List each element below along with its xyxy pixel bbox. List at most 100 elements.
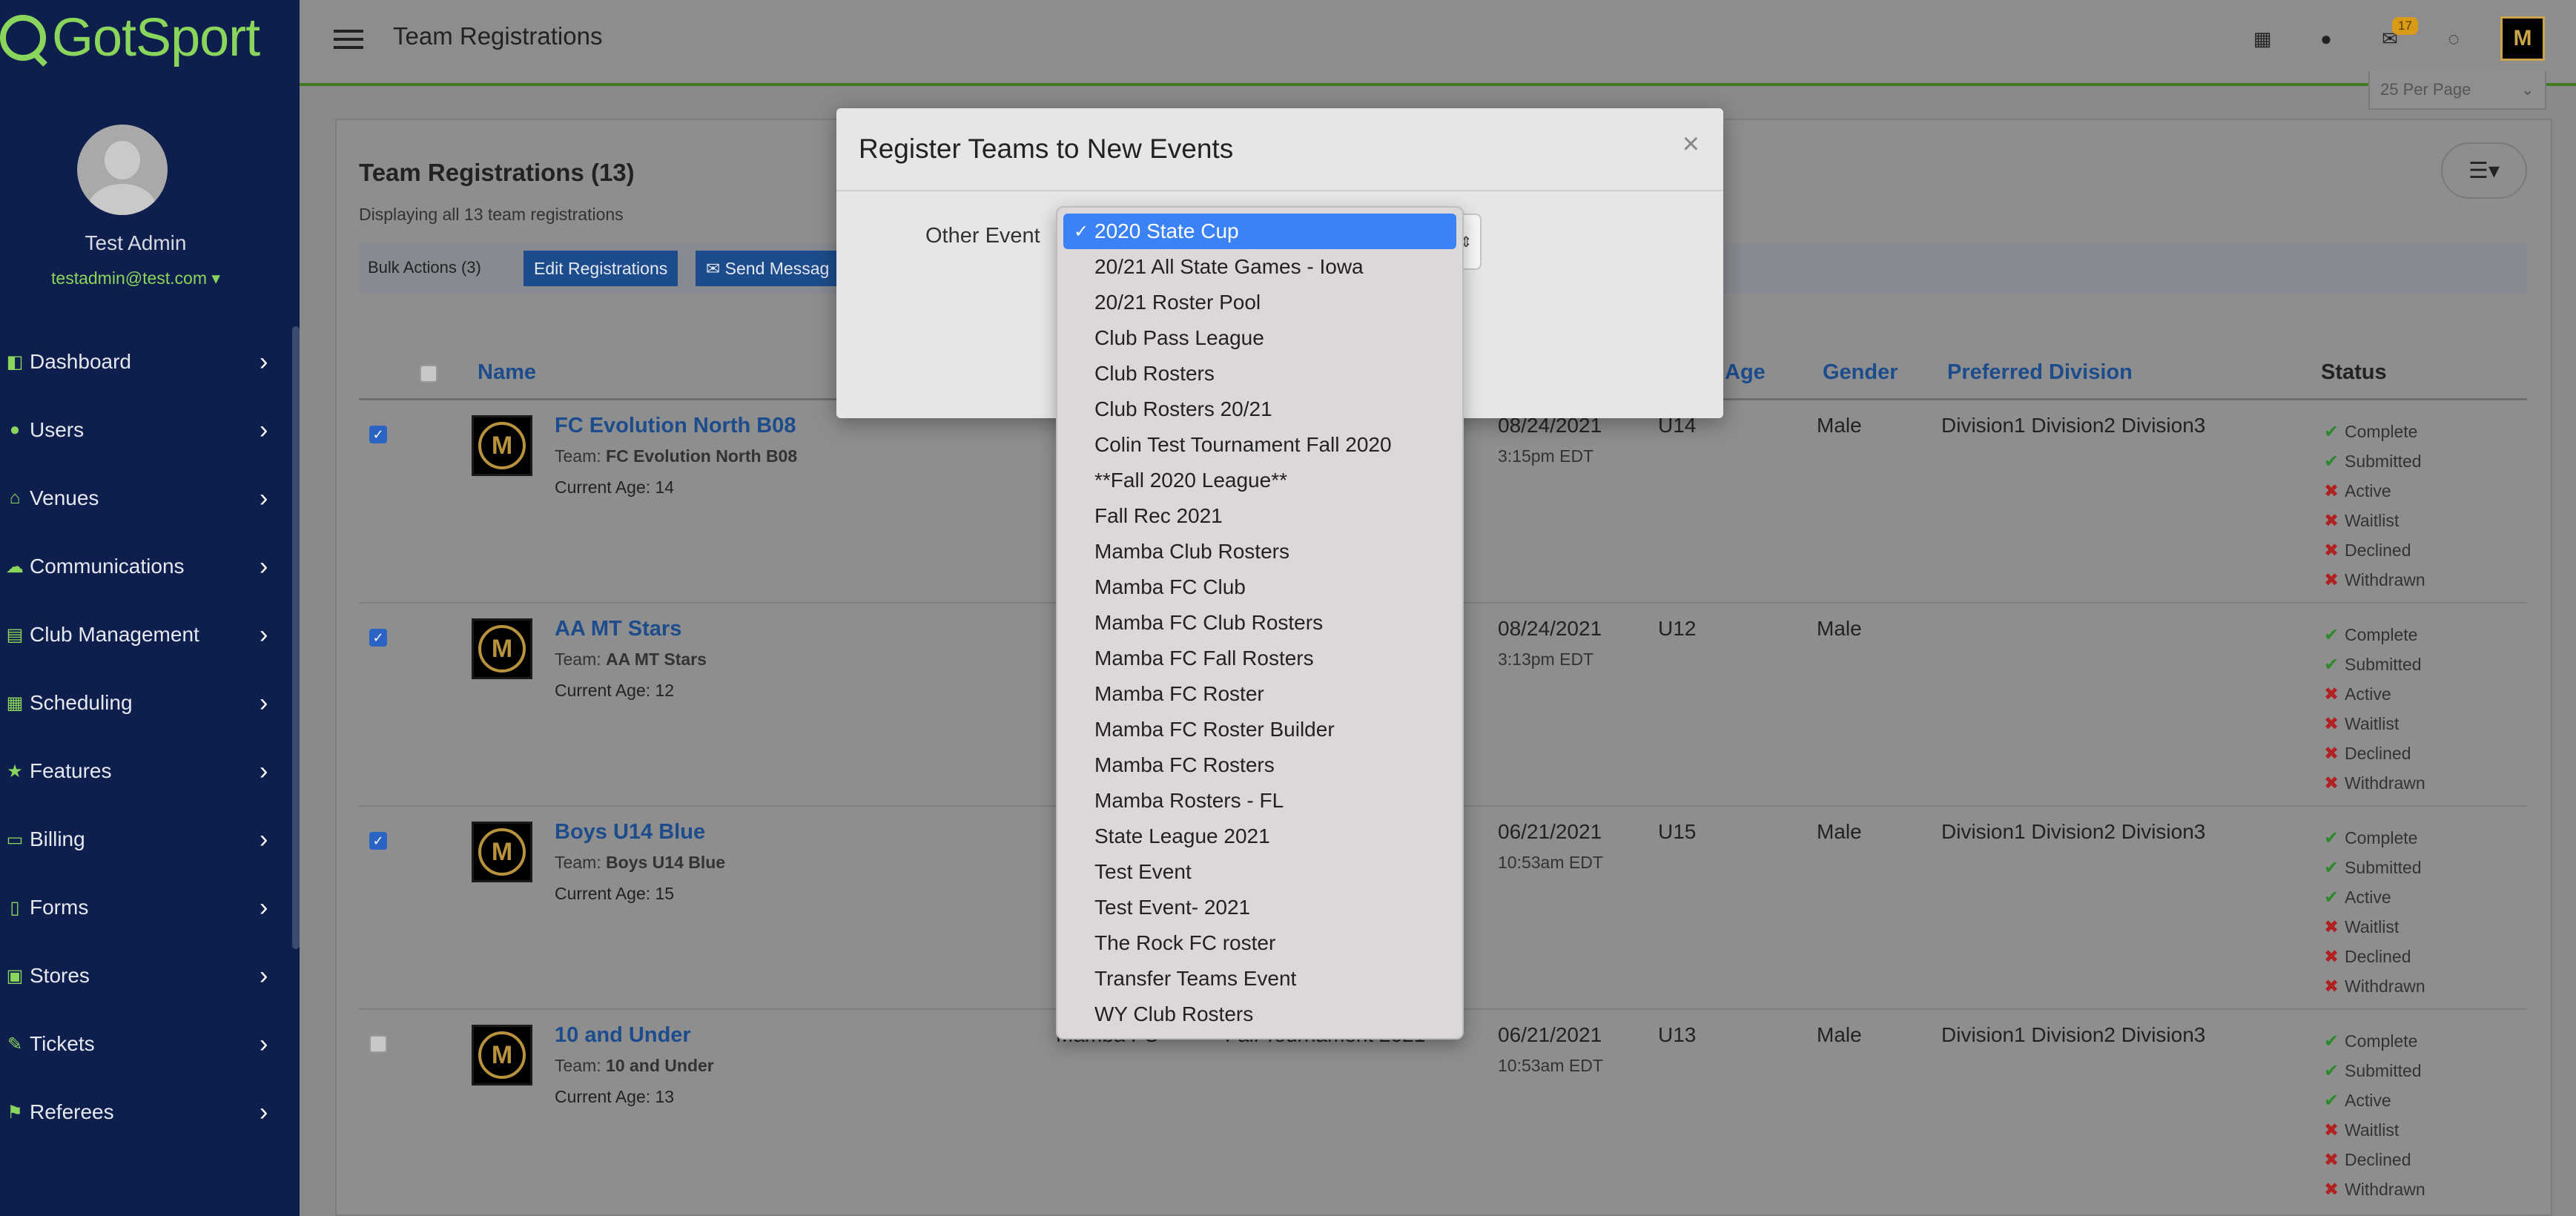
column-preferred-division[interactable]: Preferred Division (1947, 360, 2133, 385)
check-icon: ✔ (2324, 1060, 2339, 1081)
dropdown-option[interactable]: Mamba FC Club (1057, 569, 1462, 605)
sidebar-item-communications[interactable]: ☁ Communications › (0, 532, 289, 601)
hamburger-menu-icon[interactable] (334, 30, 363, 52)
user-name: Test Admin (85, 231, 187, 254)
select-all-checkbox[interactable] (420, 365, 437, 383)
per-page-select[interactable]: 25 Per Page ⌄ (2368, 71, 2546, 110)
dropdown-option[interactable]: Mamba FC Roster Builder (1057, 712, 1462, 747)
mail-icon[interactable]: ✉ 17 (2358, 16, 2422, 50)
cross-icon: ✖ (2324, 1179, 2339, 1200)
close-icon[interactable]: × (1682, 128, 1700, 161)
dropdown-option[interactable]: Club Rosters (1057, 356, 1462, 391)
user-email-dropdown[interactable]: testadmin@test.com ▾ (0, 268, 271, 288)
dropdown-option[interactable]: Mamba FC Rosters (1057, 747, 1462, 783)
dropdown-option[interactable]: Club Pass League (1057, 320, 1462, 356)
team-label-value: Boys U14 Blue (606, 853, 726, 872)
status-active: ✖ Active (2324, 679, 2425, 709)
dropdown-option[interactable]: **Fall 2020 League** (1057, 463, 1462, 498)
mamba-logo-icon: M (478, 422, 526, 469)
chat-icon[interactable]: ◌ (2422, 27, 2486, 50)
sidebar-item-label: Forms (30, 896, 89, 919)
dropdown-option[interactable]: WY Club Rosters (1057, 997, 1462, 1032)
column-age[interactable]: Age (1725, 360, 1766, 385)
gotsport-logo[interactable]: GotSport (0, 4, 260, 71)
venues-icon: ⌂ (9, 488, 21, 508)
sidebar-item-features[interactable]: ★ Features › (0, 737, 289, 805)
team-name-link[interactable]: FC Evolution North B08 (555, 414, 796, 438)
check-icon: ✔ (2324, 624, 2339, 645)
dropdown-option[interactable]: Test Event- 2021 (1057, 890, 1462, 925)
team-name-link[interactable]: AA MT Stars (555, 617, 681, 641)
dropdown-option[interactable]: Fall Rec 2021 (1057, 498, 1462, 534)
sidebar-item-tickets[interactable]: ✎ Tickets › (0, 1010, 289, 1078)
sidebar-item-club-management[interactable]: ▤ Club Management › (0, 601, 289, 669)
dropdown-option[interactable]: Colin Test Tournament Fall 2020 (1057, 427, 1462, 463)
gender: Male (1817, 414, 1862, 437)
row-checkbox[interactable]: ✓ (369, 832, 387, 850)
team-name-link[interactable]: 10 and Under (555, 1023, 691, 1048)
dropdown-option[interactable]: Mamba FC Roster (1057, 676, 1462, 712)
sidebar-item-referees[interactable]: ⚑ Referees › (0, 1078, 289, 1146)
dropdown-option-label: 20/21 Roster Pool (1094, 291, 1261, 314)
status-submitted: ✔ Submitted (2324, 1056, 2425, 1086)
registration-time: 10:53am EDT (1498, 1056, 1603, 1075)
gender: Male (1817, 617, 1862, 640)
dropdown-option[interactable]: Mamba Club Rosters (1057, 534, 1462, 569)
dropdown-option[interactable]: Mamba Rosters - FL (1057, 783, 1462, 819)
club-avatar[interactable]: M (2500, 16, 2545, 61)
mamba-logo-icon: M (478, 625, 526, 673)
send-message-button[interactable]: ✉ Send Messag (696, 251, 840, 286)
qr-code-icon[interactable]: ▦ (2230, 27, 2294, 50)
sidebar-item-scheduling[interactable]: ▦ Scheduling › (0, 669, 289, 737)
sidebar-item-label: Venues (30, 486, 99, 509)
status-list: ✔ Complete ✔ Submitted ✖ Active ✖ Waitlist ✖ Decl… (2324, 417, 2425, 595)
options-menu-button[interactable]: ☰▾ (2441, 142, 2527, 199)
user-icon[interactable]: ● (2294, 27, 2358, 50)
column-name[interactable]: Name (478, 360, 536, 385)
dropdown-option[interactable]: 20/21 All State Games - Iowa (1057, 249, 1462, 285)
status-label: Active (2345, 684, 2391, 704)
dropdown-option[interactable]: The Rock FC roster (1057, 925, 1462, 961)
sidebar-item-users[interactable]: ● Users › (0, 396, 289, 464)
cross-icon: ✖ (2324, 743, 2339, 764)
sidebar-item-label: Dashboard (30, 350, 131, 373)
current-age: Current Age: 12 (555, 681, 675, 700)
page-title: Team Registrations (393, 22, 603, 50)
row-checkbox[interactable] (369, 1035, 387, 1053)
billing-icon: ▭ (6, 829, 24, 850)
dropdown-option[interactable]: Transfer Teams Event (1057, 961, 1462, 997)
other-event-dropdown[interactable]: ✓ 2020 State Cup 20/21 All State Games - I… (1056, 206, 1464, 1040)
sidebar-item-venues[interactable]: ⌂ Venues › (0, 464, 289, 532)
check-icon: ✔ (2324, 827, 2339, 848)
dropdown-option-label: 2020 State Cup (1094, 219, 1239, 242)
modal-title: Register Teams to New Events (859, 133, 1234, 164)
sidebar-item-stores[interactable]: ▣ Stores › (0, 942, 289, 1010)
team-name-link[interactable]: Boys U14 Blue (555, 820, 705, 845)
dropdown-option[interactable]: ✓ 2020 State Cup (1063, 214, 1456, 249)
dropdown-option[interactable]: Mamba FC Club Rosters (1057, 605, 1462, 641)
dropdown-option[interactable]: Test Event (1057, 854, 1462, 890)
sidebar-item-label: Features (30, 759, 112, 782)
sidebar-item-dashboard[interactable]: ◧ Dashboard › (0, 328, 289, 396)
team-label-prefix: Team: (555, 853, 601, 872)
status-active: ✖ Active (2324, 476, 2425, 506)
dropdown-option[interactable]: Club Rosters 20/21 (1057, 391, 1462, 427)
cross-icon: ✖ (2324, 569, 2339, 590)
dropdown-option[interactable]: State League 2021 (1057, 819, 1462, 854)
age-group: U13 (1658, 1023, 1697, 1046)
team-logo: M (472, 415, 532, 476)
team-label-prefix: Team: (555, 650, 601, 669)
dropdown-option[interactable]: Mamba FC Fall Rosters (1057, 641, 1462, 676)
status-complete: ✔ Complete (2324, 620, 2425, 650)
edit-registrations-button[interactable]: Edit Registrations (524, 251, 678, 286)
sidebar-item-billing[interactable]: ▭ Billing › (0, 805, 289, 873)
row-checkbox[interactable]: ✓ (369, 426, 387, 443)
sidebar-item-forms[interactable]: ▯ Forms › (0, 873, 289, 942)
gotsport-logo-icon (0, 15, 46, 61)
sidebar-scrollbar[interactable] (292, 326, 300, 949)
team-label-value: AA MT Stars (606, 650, 707, 669)
status-declined: ✖ Declined (2324, 1145, 2425, 1174)
row-checkbox[interactable]: ✓ (369, 629, 387, 647)
dropdown-option[interactable]: 20/21 Roster Pool (1057, 285, 1462, 320)
column-gender[interactable]: Gender (1823, 360, 1898, 385)
